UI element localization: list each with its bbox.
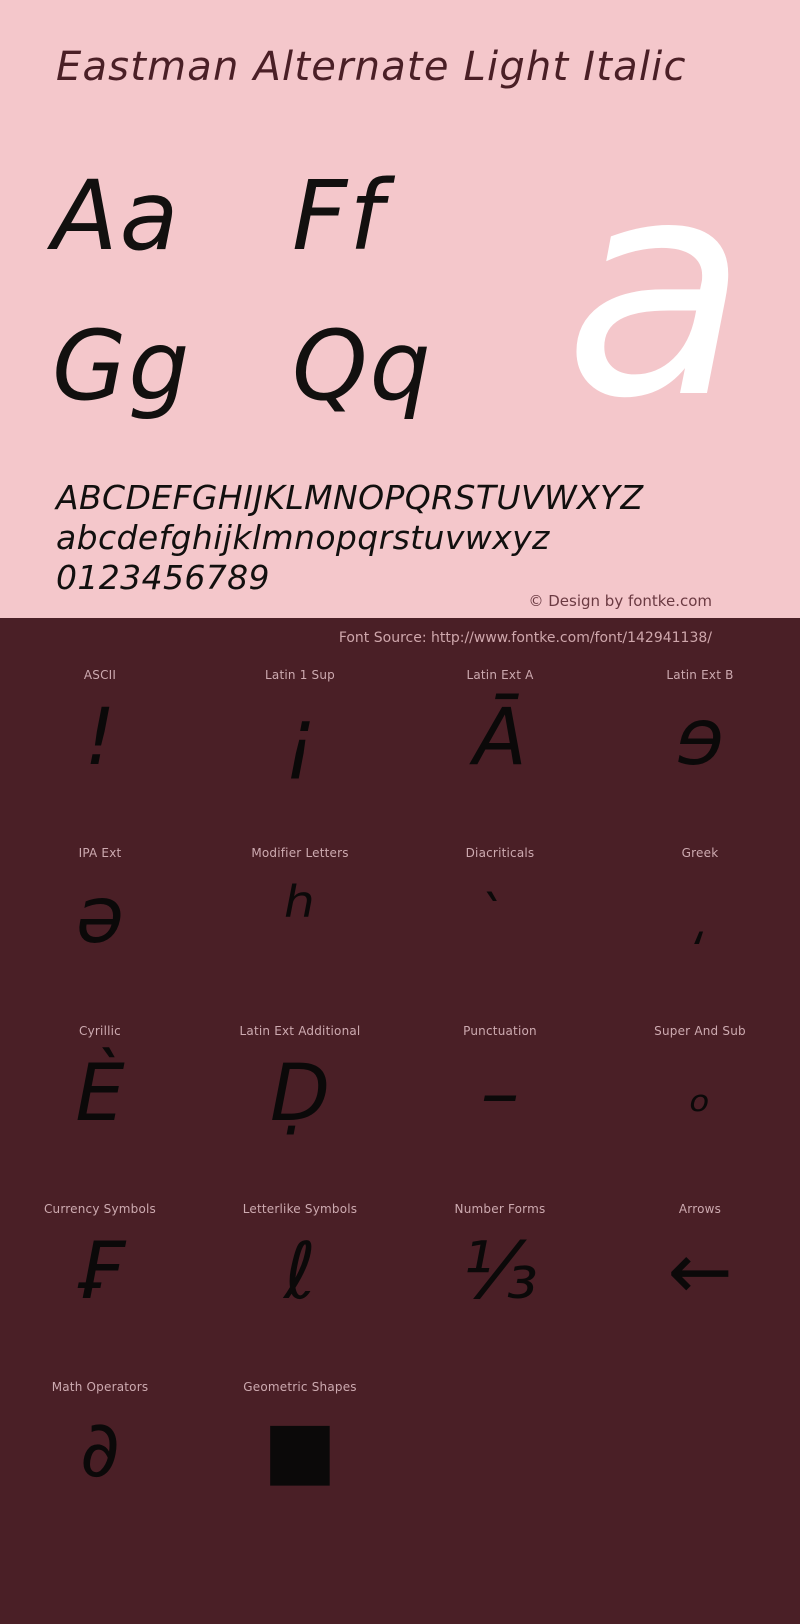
unicode-block-sample: ͵ xyxy=(692,886,708,946)
unicode-block-label: Latin Ext Additional xyxy=(239,1024,361,1038)
unicode-block-label: Latin Ext A xyxy=(466,668,534,682)
unicode-block-label: Latin Ext B xyxy=(666,668,734,682)
unicode-block-diacriticals: Diacriticals ̀ xyxy=(400,834,600,1012)
unicode-block-sample: Ḍ xyxy=(269,1049,331,1139)
unicode-block-geometric-shapes: Geometric Shapes ■ xyxy=(200,1368,400,1546)
unicode-block-label: Punctuation xyxy=(463,1024,537,1038)
unicode-block-label: Latin 1 Sup xyxy=(265,668,335,682)
unicode-block-empty-1 xyxy=(400,1368,600,1546)
unicode-block-sample: ʰ xyxy=(284,871,316,961)
alphabet-uppercase: ABCDEFGHIJKLMNOPQRSTUVWXYZ xyxy=(56,478,644,517)
unicode-block-currency-symbols: Currency Symbols ₣ xyxy=(0,1190,200,1368)
unicode-block-sample: ⅓ xyxy=(462,1227,538,1317)
glyph-pair-grid: Aa Ff Gg Qq xyxy=(52,168,472,468)
unicode-block-label: Cyrillic xyxy=(79,1024,121,1038)
specimen-header-panel: Eastman Alternate Light Italic a Aa Ff G… xyxy=(0,0,800,618)
unicode-block-latin-ext-b: Latin Ext B ɘ xyxy=(600,656,800,834)
unicode-block-ascii: ASCII ! xyxy=(0,656,200,834)
unicode-block-empty-2 xyxy=(600,1368,800,1546)
unicode-block-latin-ext-a: Latin Ext A Ā xyxy=(400,656,600,834)
unicode-block-sample: ɘ xyxy=(676,693,724,783)
unicode-block-greek: Greek ͵ xyxy=(600,834,800,1012)
unicode-block-sample: ̀ xyxy=(400,866,600,966)
copyright-credit: © Design by fontke.com xyxy=(528,592,712,610)
unicode-block-sample: ₒ xyxy=(689,1064,711,1124)
unicode-block-arrows: Arrows ← xyxy=(600,1190,800,1368)
unicode-block-latin-ext-additional: Latin Ext Additional Ḍ xyxy=(200,1012,400,1190)
hero-glyph: a xyxy=(564,115,748,464)
unicode-block-sample: ∂ xyxy=(79,1405,121,1495)
unicode-block-label: Math Operators xyxy=(51,1380,149,1394)
unicode-block-label: ASCII xyxy=(83,668,117,682)
unicode-block-label: Geometric Shapes xyxy=(243,1380,357,1394)
alphabet-lowercase: abcdefghijklmnopqrstuvwxyz xyxy=(56,518,550,557)
unicode-block-modifier-letters: Modifier Letters ʰ xyxy=(200,834,400,1012)
unicode-block-cyrillic: Cyrillic Ѐ xyxy=(0,1012,200,1190)
glyph-pair-qq: Qq xyxy=(292,310,433,422)
page-title: Eastman Alternate Light Italic xyxy=(56,44,687,90)
glyph-pair-gg: Gg xyxy=(52,310,192,422)
unicode-block-label: Super And Sub xyxy=(654,1024,746,1038)
unicode-block-label: Diacriticals xyxy=(465,846,535,860)
unicode-block-sample: Ā xyxy=(473,693,527,783)
unicode-block-letterlike-symbols: Letterlike Symbols ℓ xyxy=(200,1190,400,1368)
unicode-block-label: Modifier Letters xyxy=(251,846,349,860)
unicode-block-sample: – xyxy=(480,1049,520,1139)
unicode-block-label: Number Forms xyxy=(454,1202,546,1216)
unicode-block-sample: ! xyxy=(84,693,116,783)
unicode-block-number-forms: Number Forms ⅓ xyxy=(400,1190,600,1368)
unicode-block-label: Greek xyxy=(681,846,719,860)
unicode-block-sample: ₣ xyxy=(75,1227,125,1317)
unicode-block-sample: ← xyxy=(667,1227,733,1317)
unicode-block-label: Arrows xyxy=(678,1202,722,1216)
unicode-block-label: Currency Symbols xyxy=(43,1202,157,1216)
unicode-blocks-panel: Font Source: http://www.fontke.com/font/… xyxy=(0,618,800,1624)
unicode-block-math-operators: Math Operators ∂ xyxy=(0,1368,200,1546)
unicode-block-super-and-sub: Super And Sub ₒ xyxy=(600,1012,800,1190)
unicode-block-ipa-ext: IPA Ext ə xyxy=(0,834,200,1012)
glyph-pair-aa: Aa xyxy=(52,160,181,272)
alphabet-block: ABCDEFGHIJKLMNOPQRSTUVWXYZ abcdefghijklm… xyxy=(56,478,644,598)
unicode-block-latin-1-sup: Latin 1 Sup ¡ xyxy=(200,656,400,834)
font-source-link[interactable]: Font Source: http://www.fontke.com/font/… xyxy=(339,630,712,646)
unicode-block-sample: ¡ xyxy=(284,693,316,783)
unicode-block-label: IPA Ext xyxy=(78,846,122,860)
unicode-block-label: Letterlike Symbols xyxy=(242,1202,358,1216)
unicode-block-punctuation: Punctuation – xyxy=(400,1012,600,1190)
unicode-block-sample: ■ xyxy=(263,1405,337,1495)
glyph-pair-ff: Ff xyxy=(292,160,386,272)
unicode-block-grid: ASCII ! Latin 1 Sup ¡ Latin Ext A Ā Lati… xyxy=(0,656,800,1546)
unicode-block-sample: ə xyxy=(76,871,124,961)
unicode-block-sample: ℓ xyxy=(283,1227,317,1317)
unicode-block-sample: Ѐ xyxy=(75,1049,125,1139)
